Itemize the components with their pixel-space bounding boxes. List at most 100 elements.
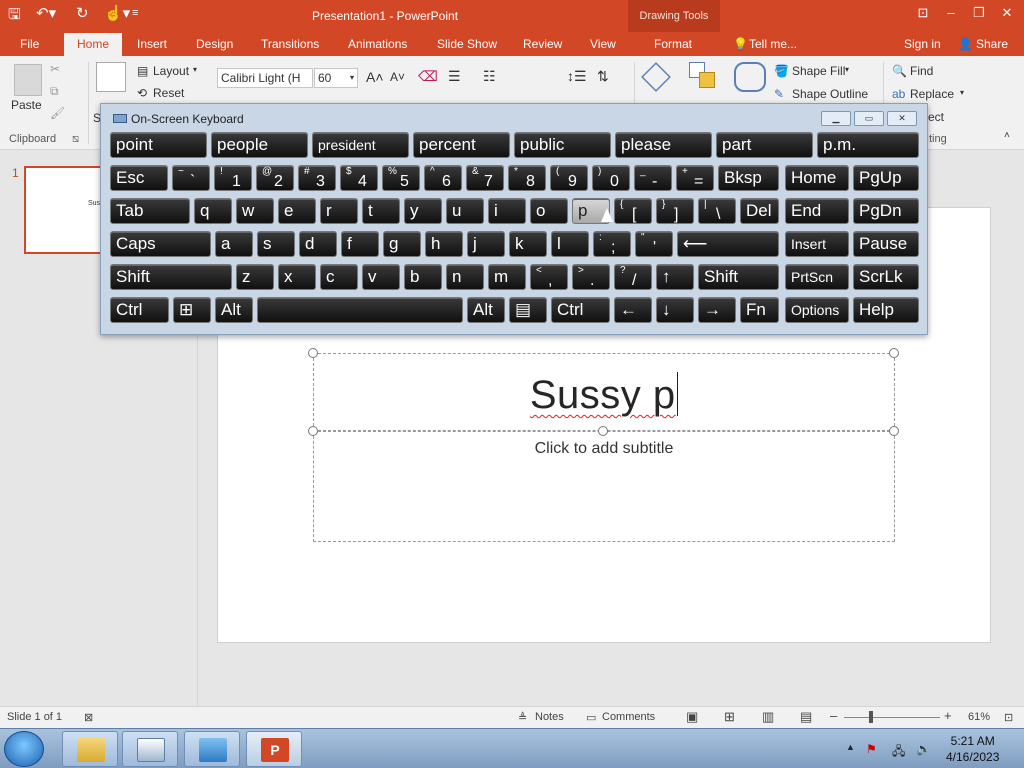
key-symbol[interactable]: {[ xyxy=(614,198,652,224)
paste-label[interactable]: Paste xyxy=(11,98,42,112)
key-3[interactable]: #3 xyxy=(298,165,336,191)
action-center-icon[interactable]: ⚑ xyxy=(866,742,877,756)
key-f[interactable]: f xyxy=(341,231,379,257)
tab-insert[interactable]: Insert xyxy=(137,37,167,51)
key-i[interactable]: i xyxy=(488,198,526,224)
key-symbol[interactable]: + = xyxy=(676,165,714,191)
key-symbol[interactable]: ↑ xyxy=(656,264,694,290)
key-h[interactable]: h xyxy=(425,231,463,257)
zoom-slider-thumb[interactable] xyxy=(869,711,873,723)
arrange-icon[interactable] xyxy=(689,62,717,90)
volume-icon[interactable]: 🔈 xyxy=(916,742,931,756)
cut-icon[interactable]: ✂ xyxy=(50,62,60,76)
key-a[interactable]: a xyxy=(215,231,253,257)
sign-in-link[interactable]: Sign in xyxy=(904,37,941,51)
key-z[interactable]: z xyxy=(236,264,274,290)
key-symbol[interactable]: ▤ xyxy=(509,297,547,323)
quick-styles-icon[interactable] xyxy=(734,62,766,92)
spell-check-icon[interactable]: ⊠ xyxy=(84,711,93,724)
key-options[interactable]: Options xyxy=(785,297,849,323)
grow-font-icon[interactable]: A˄ xyxy=(366,69,384,85)
bullets-icon[interactable]: ☰ xyxy=(448,68,461,85)
key-symbol[interactable]: ⟵ xyxy=(677,231,779,257)
comments-button[interactable]: Comments xyxy=(602,711,655,723)
slide-sorter-icon[interactable]: ⊞ xyxy=(724,709,735,725)
osk-taskbar-button[interactable] xyxy=(122,731,178,767)
prediction-key[interactable]: people xyxy=(211,132,308,158)
key-symbol[interactable]: | \ xyxy=(698,198,736,224)
clear-formatting-icon[interactable]: ⌫ xyxy=(418,68,438,85)
tab-animations[interactable]: Animations xyxy=(348,37,407,51)
select-button-partial[interactable]: ect xyxy=(928,110,944,124)
tab-slide-show[interactable]: Slide Show xyxy=(437,37,497,51)
minimize-button[interactable]: – xyxy=(938,3,964,23)
explorer-taskbar-button[interactable] xyxy=(62,731,118,767)
fit-slide-icon[interactable]: ⊡ xyxy=(1004,711,1013,724)
key-o[interactable]: o xyxy=(530,198,568,224)
key-d[interactable]: d xyxy=(299,231,337,257)
key-9[interactable]: (9 xyxy=(550,165,588,191)
key-tab[interactable]: Tab xyxy=(110,198,190,224)
subtitle-placeholder[interactable]: Click to add subtitle xyxy=(313,431,895,542)
tell-me-box[interactable]: Tell me... xyxy=(749,37,797,51)
key-alt[interactable]: Alt xyxy=(215,297,253,323)
key-n[interactable]: n xyxy=(446,264,484,290)
network-icon[interactable]: 🖧 xyxy=(892,742,905,763)
key-5[interactable]: % 5 xyxy=(382,165,420,191)
key-b[interactable]: b xyxy=(404,264,442,290)
key-k[interactable]: k xyxy=(509,231,547,257)
key-pause[interactable]: Pause xyxy=(853,231,919,257)
slide-show-icon[interactable]: ▤ xyxy=(800,709,812,725)
tab-transitions[interactable]: Transitions xyxy=(261,37,319,51)
layout-button[interactable]: Layout xyxy=(153,64,189,78)
key-c[interactable]: c xyxy=(320,264,358,290)
key-x[interactable]: x xyxy=(278,264,316,290)
resize-handle[interactable] xyxy=(889,348,899,358)
key-home[interactable]: Home xyxy=(785,165,849,191)
line-spacing-icon[interactable]: ↕☰ xyxy=(567,68,587,85)
prediction-key[interactable]: p.m. xyxy=(817,132,919,158)
font-name-combo[interactable]: Calibri Light (H xyxy=(217,68,313,88)
control-panel-taskbar-button[interactable] xyxy=(184,731,240,767)
key-space[interactable] xyxy=(257,297,463,323)
key-symbol[interactable]: ~ ` xyxy=(172,165,210,191)
key-r[interactable]: r xyxy=(320,198,358,224)
powerpoint-taskbar-button[interactable]: P xyxy=(246,731,302,767)
key-symbol[interactable]: :; xyxy=(593,231,631,257)
key-esc[interactable]: Esc xyxy=(110,165,168,191)
key-e[interactable]: e xyxy=(278,198,316,224)
zoom-in-icon[interactable]: + xyxy=(944,708,952,723)
key-w[interactable]: w xyxy=(236,198,274,224)
collapse-ribbon-icon[interactable]: ˄ xyxy=(1004,130,1010,141)
key-del[interactable]: Del xyxy=(740,198,779,224)
key-symbol[interactable]: ↓ xyxy=(656,297,694,323)
slide-title-text[interactable]: Sussy p xyxy=(314,372,894,418)
key-ctrl[interactable]: Ctrl xyxy=(551,297,610,323)
key-fn[interactable]: Fn xyxy=(740,297,779,323)
tab-review[interactable]: Review xyxy=(523,37,562,51)
shapes-icon[interactable] xyxy=(641,62,671,92)
key-l[interactable]: l xyxy=(551,231,589,257)
key-q[interactable]: q xyxy=(194,198,232,224)
show-hidden-icons-icon[interactable]: ▲ xyxy=(846,742,855,752)
prediction-key[interactable]: please xyxy=(615,132,712,158)
reading-view-icon[interactable]: ▥ xyxy=(762,709,774,725)
text-direction-icon[interactable]: ⇅ xyxy=(597,68,609,85)
key-8[interactable]: * 8 xyxy=(508,165,546,191)
maximize-button[interactable]: ❐ xyxy=(966,3,992,23)
shape-fill-button[interactable]: Shape Fill xyxy=(792,64,845,78)
key-pgup[interactable]: PgUp xyxy=(853,165,919,191)
ribbon-display-options-icon[interactable]: ⊡ xyxy=(910,3,936,23)
key-g[interactable]: g xyxy=(383,231,421,257)
format-painter-icon[interactable]: 🖌 xyxy=(50,106,65,120)
tab-home[interactable]: Home xyxy=(64,33,122,56)
key-pgdn[interactable]: PgDn xyxy=(853,198,919,224)
key-symbol[interactable]: }] xyxy=(656,198,694,224)
zoom-out-icon[interactable]: – xyxy=(830,708,837,723)
resize-handle[interactable] xyxy=(308,348,318,358)
copy-icon[interactable]: ⧉ xyxy=(50,84,59,99)
osk-close-button[interactable]: ✕ xyxy=(887,111,917,126)
prediction-key[interactable]: point xyxy=(110,132,207,158)
key-symbol[interactable]: ? / xyxy=(614,264,652,290)
key-prtscn[interactable]: PrtScn xyxy=(785,264,849,290)
